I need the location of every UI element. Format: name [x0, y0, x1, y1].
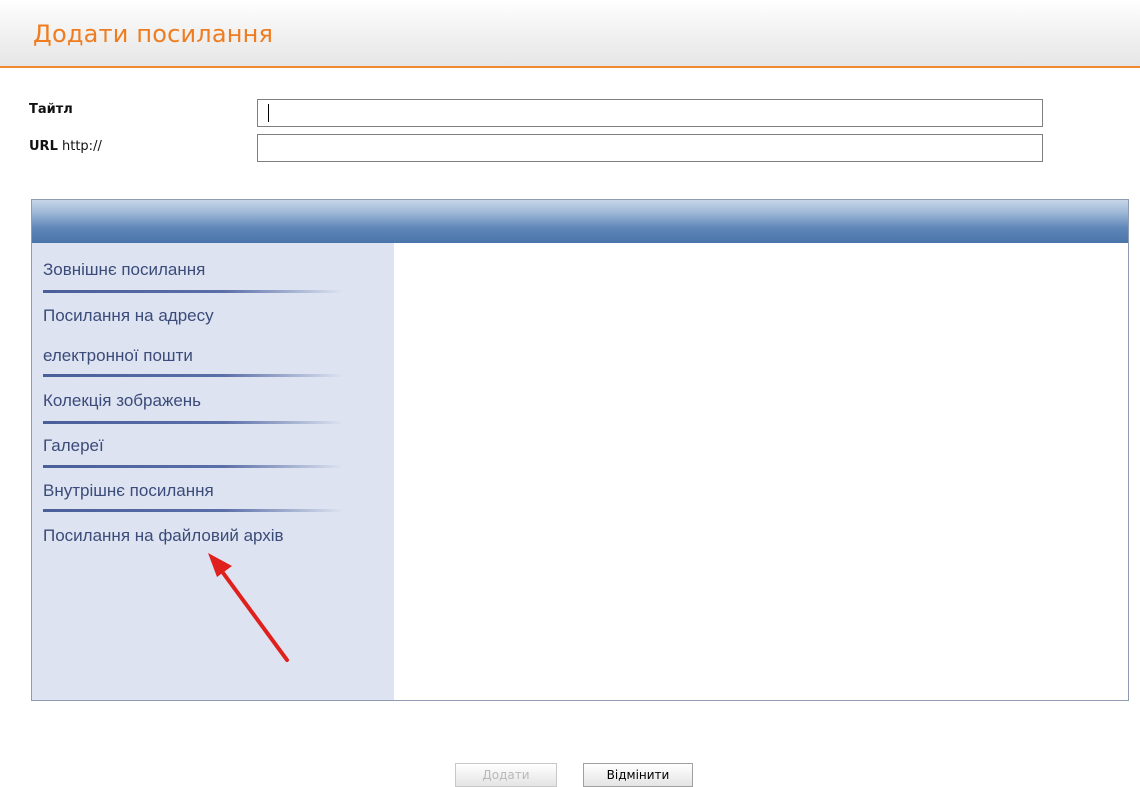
divider: [43, 290, 343, 293]
link-type-panel: Зовнішнє посилання Посилання на адресу е…: [31, 199, 1129, 701]
divider: [43, 374, 343, 377]
link-type-sidebar: Зовнішнє посилання Посилання на адресу е…: [32, 243, 394, 700]
cancel-button[interactable]: Відмінити: [583, 763, 693, 787]
dialog-title: Додати посилання: [33, 20, 274, 48]
divider: [43, 509, 343, 512]
link-type-content-area: [394, 243, 1128, 700]
url-input[interactable]: [257, 134, 1043, 162]
url-field-label: URL http://: [29, 139, 102, 154]
dialog-header: Додати посилання: [0, 0, 1140, 68]
link-type-external[interactable]: Зовнішнє посилання: [43, 260, 373, 280]
link-type-email-line2[interactable]: електронної пошти: [43, 346, 373, 366]
link-type-file-archive[interactable]: Посилання на файловий архів: [43, 526, 373, 546]
title-input[interactable]: [257, 99, 1043, 127]
add-link-dialog: Додати посилання Тайтл URL http:// Зовні…: [0, 0, 1140, 787]
title-field-label: Тайтл: [29, 102, 73, 117]
panel-header-bar: [32, 200, 1128, 243]
divider: [43, 421, 343, 424]
add-button[interactable]: Додати: [455, 763, 557, 787]
text-caret: [268, 104, 269, 122]
link-type-email-line1[interactable]: Посилання на адресу: [43, 306, 373, 326]
link-type-galleries[interactable]: Галереї: [43, 436, 373, 456]
url-prefix-label: http://: [62, 139, 102, 154]
link-type-image-collection[interactable]: Колекція зображень: [43, 391, 373, 411]
divider: [43, 465, 343, 468]
link-type-internal[interactable]: Внутрішнє посилання: [43, 481, 373, 501]
